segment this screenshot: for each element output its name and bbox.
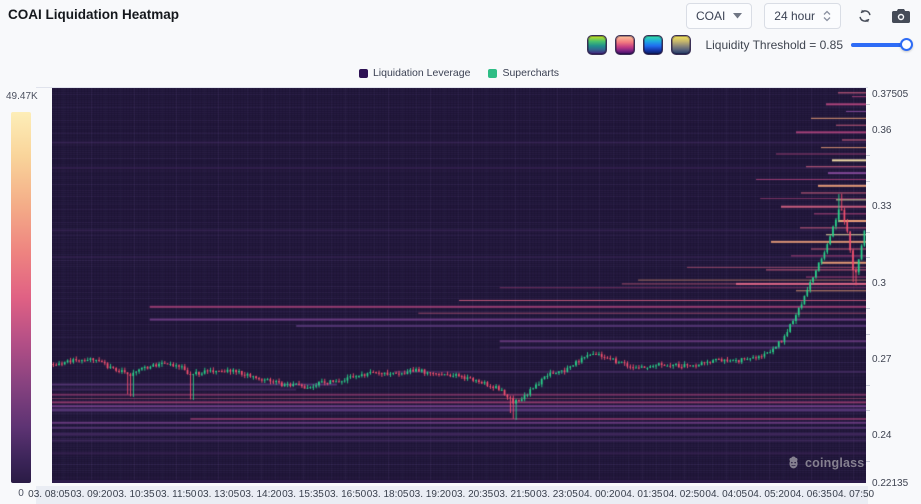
time-axis-label: 03. 15:35 <box>282 489 324 500</box>
price-axis-label: 0.22135 <box>872 478 909 489</box>
legend-item-supercharts[interactable]: Supercharts <box>488 67 559 79</box>
time-axis-label: 03. 20:35 <box>451 489 494 500</box>
threshold-label: Liquidity Threshold = 0.85 <box>705 38 843 52</box>
time-axis-label: 03. 10:35 <box>112 489 155 500</box>
legend-label: Liquidation Leverage <box>372 67 471 79</box>
price-axis-minor-tick <box>866 460 870 462</box>
chevron-down-icon <box>733 13 743 19</box>
price-axis-minor-tick <box>866 257 870 259</box>
price-axis-minor-tick <box>866 410 870 411</box>
colorbar-gradient <box>11 112 31 483</box>
coinglass-watermark: coinglass <box>786 455 864 470</box>
symbol-select[interactable]: COAI <box>685 3 753 29</box>
price-axis-minor-tick <box>866 384 870 386</box>
price-axis-label: 0.36 <box>872 124 892 136</box>
header-controls: COAI 24 hour <box>685 3 913 29</box>
price-axis-minor-tick <box>866 180 870 182</box>
price-axis-minor-tick <box>866 231 870 233</box>
colorbar-max-label: 49.47K <box>6 91 38 102</box>
watermark-text: coinglass <box>805 455 865 470</box>
palette-swatch-magma[interactable] <box>615 35 636 55</box>
time-axis-label: 04. 00:20 <box>578 489 621 500</box>
time-axis: 03. 08:05 03. 09:20 03. 10:35 03. 11:50 03. … <box>28 486 874 504</box>
heatmap-toolbar: Liquidity Threshold = 0.85 <box>587 35 913 55</box>
interval-select-value: 24 hour <box>774 9 815 23</box>
time-axis-label: 04. 07:50 <box>832 489 875 500</box>
time-axis-label: 04. 02:50 <box>663 489 705 500</box>
palette-swatch-viridis[interactable] <box>587 35 608 55</box>
time-axis-label: 03. 16:50 <box>324 489 367 500</box>
price-axis-minor-tick <box>866 104 870 106</box>
time-axis-label: 03. 23:05 <box>536 489 578 500</box>
chart-legend: Liquidation Leverage Supercharts <box>52 67 866 79</box>
legend-swatch-green <box>488 68 498 78</box>
price-axis-minor-tick <box>866 155 870 157</box>
time-axis-label: 03. 21:50 <box>493 489 536 500</box>
camera-icon <box>892 9 910 23</box>
time-axis-label: 03. 13:05 <box>197 489 240 500</box>
symbol-select-value: COAI <box>695 9 726 23</box>
price-axis-label: 0.3 <box>872 277 886 289</box>
time-axis-label: 03. 09:20 <box>70 489 113 500</box>
time-axis-label: 04. 04:05 <box>705 489 748 500</box>
time-axis-label: 03. 08:05 <box>28 489 70 500</box>
slider-fill <box>851 43 906 47</box>
price-axis-minor-tick <box>866 333 870 335</box>
price-axis-label: 0.24 <box>872 430 892 442</box>
threshold-slider[interactable] <box>851 38 913 52</box>
interval-select[interactable]: 24 hour <box>764 3 841 29</box>
time-axis-label: 04. 05:20 <box>747 489 790 500</box>
price-axis-label: 0.27 <box>872 354 892 366</box>
coai-liquidation-heatmap-app: COAI Liquidation Heatmap COAI 24 hour Li… <box>0 0 921 504</box>
screenshot-button[interactable] <box>889 4 913 28</box>
page-title: COAI Liquidation Heatmap <box>8 7 180 22</box>
coinglass-logo-icon <box>789 456 798 469</box>
legend-label: Supercharts <box>502 67 560 79</box>
price-axis-label: 0.37505 <box>872 89 909 100</box>
time-axis-label: 03. 11:50 <box>155 489 197 500</box>
time-axis-label: 03. 18:05 <box>366 489 409 500</box>
price-axis-label: 0.33 <box>872 201 892 213</box>
legend-swatch-purple <box>358 68 368 78</box>
palette-swatch-blue[interactable] <box>643 35 664 55</box>
legend-item-liquidation-leverage[interactable]: Liquidation Leverage <box>358 67 471 79</box>
time-axis-label: 03. 19:20 <box>409 489 451 500</box>
time-axis-label: 03. 14:20 <box>239 489 282 500</box>
refresh-button[interactable] <box>853 4 877 28</box>
refresh-icon <box>859 9 871 23</box>
price-axis-minor-tick <box>866 308 870 310</box>
time-axis-label: 04. 06:35 <box>790 489 832 500</box>
liquidation-heatmap-canvas[interactable] <box>52 88 866 483</box>
stepper-icon <box>823 10 831 22</box>
palette-swatch-cividis[interactable] <box>671 35 692 55</box>
threshold-slider-handle[interactable] <box>900 38 913 51</box>
time-axis-label: 04. 01:35 <box>620 489 663 500</box>
